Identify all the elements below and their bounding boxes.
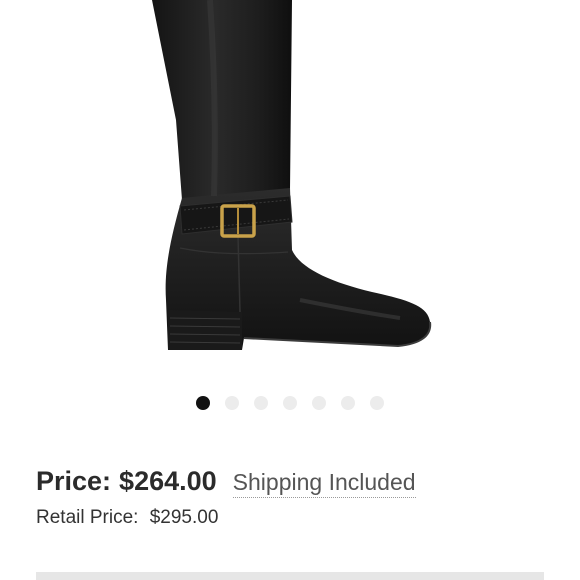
carousel-dot-4[interactable] — [283, 396, 297, 410]
carousel-dot-3[interactable] — [254, 396, 268, 410]
shipping-included-link[interactable]: Shipping Included — [232, 469, 416, 498]
product-image[interactable] — [0, 0, 580, 380]
carousel-dot-7[interactable] — [370, 396, 384, 410]
retail-price-label: Retail Price: — [36, 507, 139, 528]
carousel-dot-5[interactable] — [312, 396, 326, 410]
carousel-dot-1[interactable] — [196, 396, 210, 410]
price-value: $264.00 — [119, 466, 217, 496]
price-row: Price: $264.00 Shipping Included — [36, 466, 416, 498]
retail-price-row: Retail Price: $295.00 — [36, 507, 218, 529]
price-label: Price: — [36, 466, 112, 496]
carousel-dot-2[interactable] — [225, 396, 239, 410]
image-carousel-dots — [196, 396, 384, 410]
retail-price-value: $295.00 — [149, 507, 219, 528]
bottom-action-bar[interactable] — [36, 572, 544, 580]
carousel-dot-6[interactable] — [341, 396, 355, 410]
boot-illustration — [152, 0, 432, 350]
